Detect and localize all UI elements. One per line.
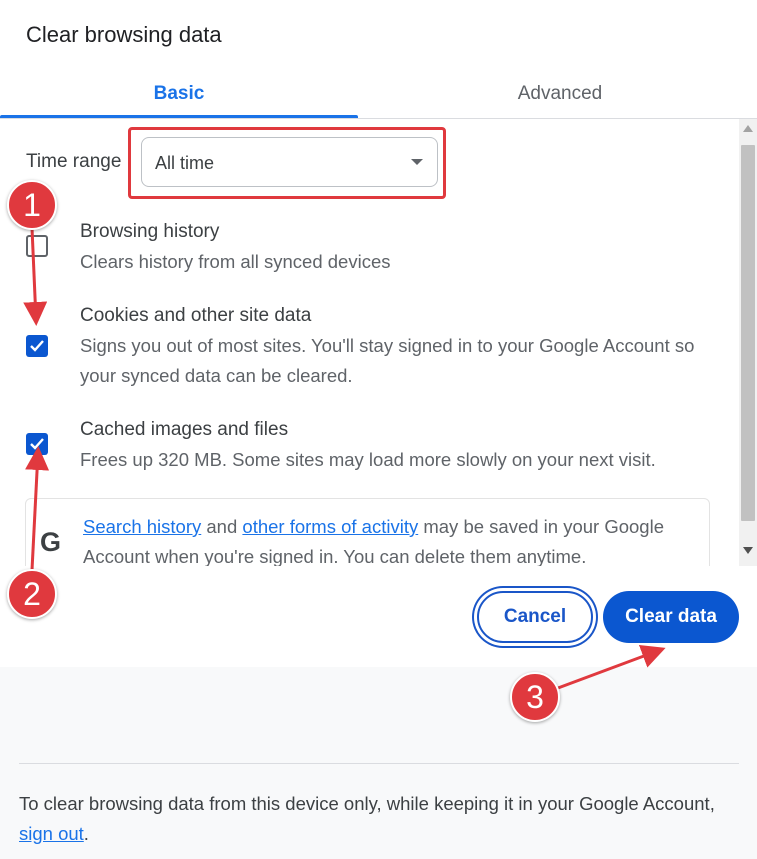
scroll-up-icon[interactable] [743,125,753,132]
footer-divider [19,763,739,764]
account-info-text: Search history and other forms of activi… [83,512,703,566]
dialog-title: Clear browsing data [26,22,222,47]
footer-text: To clear browsing data from this device … [19,789,719,849]
step-badge-1: 1 [7,180,57,230]
option-title-cookies: Cookies and other site data [80,305,312,326]
time-range-label: Time range [26,151,122,172]
checkbox-cookies[interactable] [26,335,48,357]
google-g-icon: G [40,527,62,557]
checkmark-icon [30,438,44,450]
tab-basic[interactable]: Basic [0,68,358,120]
tab-advanced[interactable]: Advanced [380,68,740,120]
scrollbar-thumb[interactable] [741,145,755,521]
footer-text-end: . [83,823,89,844]
options-scroll-area[interactable]: Time range All time Browsing history Cle… [0,119,757,566]
sign-out-link[interactable]: sign out [19,823,84,844]
checkbox-browsing-history[interactable] [26,235,48,257]
step-badge-3: 3 [510,672,560,722]
info-text-part1: and [201,516,243,537]
step-badge-2: 2 [7,569,57,619]
scroll-down-icon[interactable] [743,547,753,554]
option-title-cached-images: Cached images and files [80,419,289,440]
checkmark-icon [30,340,44,352]
option-desc-cookies: Signs you out of most sites. You'll stay… [80,335,695,386]
highlight-box [128,127,446,199]
option-title-browsing-history: Browsing history [80,221,220,242]
search-history-link[interactable]: Search history [83,516,201,537]
option-desc-browsing-history: Clears history from all synced devices [80,251,391,272]
footer-text-main: To clear browsing data from this device … [19,793,715,814]
cancel-button[interactable]: Cancel [477,591,593,643]
option-desc-cached-images: Frees up 320 MB. Some sites may load mor… [80,449,656,470]
checkbox-cached-images[interactable] [26,433,48,455]
other-activity-link[interactable]: other forms of activity [242,516,418,537]
clear-data-button[interactable]: Clear data [603,591,739,643]
